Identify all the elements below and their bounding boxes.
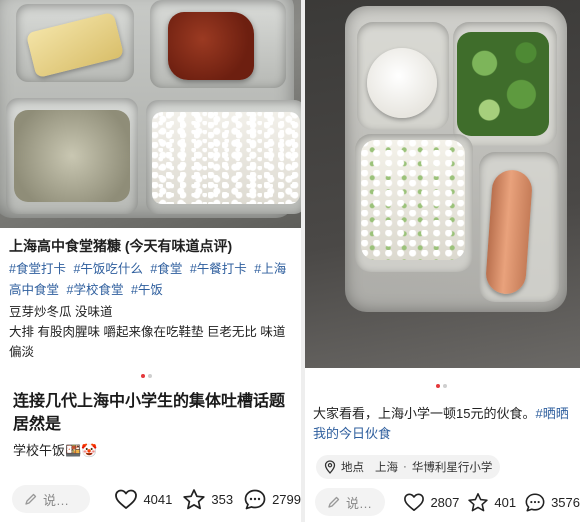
location-label: 地点 <box>341 462 364 474</box>
pencil-icon <box>24 492 38 506</box>
post-photo-plastic-tray[interactable] <box>305 0 580 368</box>
comments-button[interactable]: 3576 <box>524 492 580 513</box>
food-greens <box>457 32 549 136</box>
comment-placeholder: 说… <box>346 495 373 511</box>
star-icon <box>182 488 206 511</box>
pagination-dot-active <box>436 384 440 388</box>
food-soup <box>14 110 130 202</box>
post-body-line: 大排 有股肉腥味 嚼起来像在吃鞋垫 巨老无比 味道偏淡 <box>9 325 286 359</box>
hashtag[interactable]: #午餐打卡 <box>190 262 247 276</box>
post-caption: 大家看看，上海小学一顿15元的伙食。#晒晒我的今日伙食 <box>313 404 575 444</box>
post-body-line: 豆芽炒冬瓜 没味道 <box>9 305 113 319</box>
location-chip[interactable]: 地点 上海 · 华博利星行小学 <box>316 455 501 479</box>
comment-input[interactable]: 说… <box>12 485 91 513</box>
hashtag[interactable]: #午饭 <box>131 283 163 297</box>
food-rice <box>152 112 300 204</box>
star-icon <box>467 492 489 513</box>
pencil-icon <box>327 495 341 509</box>
comment-bubble-icon <box>243 488 267 511</box>
location-place: 华博利星行小学 <box>411 462 493 474</box>
hashtag-list: #食堂打卡 #午饭吃什么 #食堂 #午餐打卡 #上海高中食堂 #学校食堂 #午饭 <box>9 259 297 301</box>
subline-emoji: 🍱🤡 <box>65 443 98 458</box>
post-subline: 学校午饭🍱🤡 <box>13 440 97 459</box>
like-count: 2807 <box>430 494 460 510</box>
food-pork-chop <box>168 12 254 80</box>
post-photo-metal-tray[interactable] <box>0 0 301 228</box>
post-card-left[interactable]: 上海高中食堂猪糠 (今天有味道点评) #食堂打卡 #午饭吃什么 #食堂 #午餐打… <box>0 0 301 522</box>
pagination-dots <box>141 374 152 378</box>
like-button[interactable]: 4041 <box>114 488 172 510</box>
comment-count: 2799 <box>272 491 301 507</box>
pagination-dot-active <box>141 374 145 378</box>
comment-bubble-icon <box>524 492 546 513</box>
comment-input[interactable]: 说… <box>315 488 386 516</box>
favorite-count: 401 <box>494 494 517 510</box>
hashtag[interactable]: #午饭吃什么 <box>73 262 142 276</box>
food-rice <box>361 140 465 260</box>
comment-placeholder: 说… <box>43 492 70 508</box>
caption-text: 大家看看，上海小学一顿15元的伙食。 <box>313 406 536 421</box>
hashtag[interactable]: #食堂打卡 <box>9 262 66 276</box>
favorite-button[interactable]: 401 <box>467 492 516 513</box>
heart-icon <box>114 488 138 510</box>
favorite-count: 353 <box>211 491 234 507</box>
comments-button[interactable]: 2799 <box>243 488 301 511</box>
post-title: 上海高中食堂猪糠 (今天有味道点评) <box>9 238 233 254</box>
post-card-right[interactable]: 大家看看，上海小学一顿15元的伙食。#晒晒我的今日伙食 地点 上海 · 华博利星… <box>305 0 580 522</box>
post-headline: 连接几代上海中小学生的集体吐槽话题居然是 <box>13 393 286 433</box>
heart-icon <box>403 492 425 512</box>
favorite-button[interactable]: 353 <box>182 488 233 511</box>
pagination-dot <box>443 384 447 388</box>
engagement-bar: 说… 2807 401 3576 <box>305 482 580 522</box>
engagement-bar: 说… 4041 353 2799 <box>0 479 301 519</box>
food-yogurt <box>367 48 437 118</box>
subline-text: 学校午饭 <box>13 443 66 458</box>
pagination-dot <box>148 374 152 378</box>
like-count: 4041 <box>143 491 173 507</box>
hashtag[interactable]: #学校食堂 <box>67 283 124 297</box>
like-button[interactable]: 2807 <box>403 492 459 512</box>
pagination-dots <box>436 384 447 388</box>
post-body: 豆芽炒冬瓜 没味道 大排 有股肉腥味 嚼起来像在吃鞋垫 巨老无比 味道偏淡 <box>9 302 297 362</box>
comment-count: 3576 <box>551 494 580 510</box>
location-separator: · <box>403 461 407 473</box>
location-city: 上海 <box>375 462 398 474</box>
location-pin-icon <box>324 460 336 474</box>
hashtag[interactable]: #食堂 <box>150 262 182 276</box>
